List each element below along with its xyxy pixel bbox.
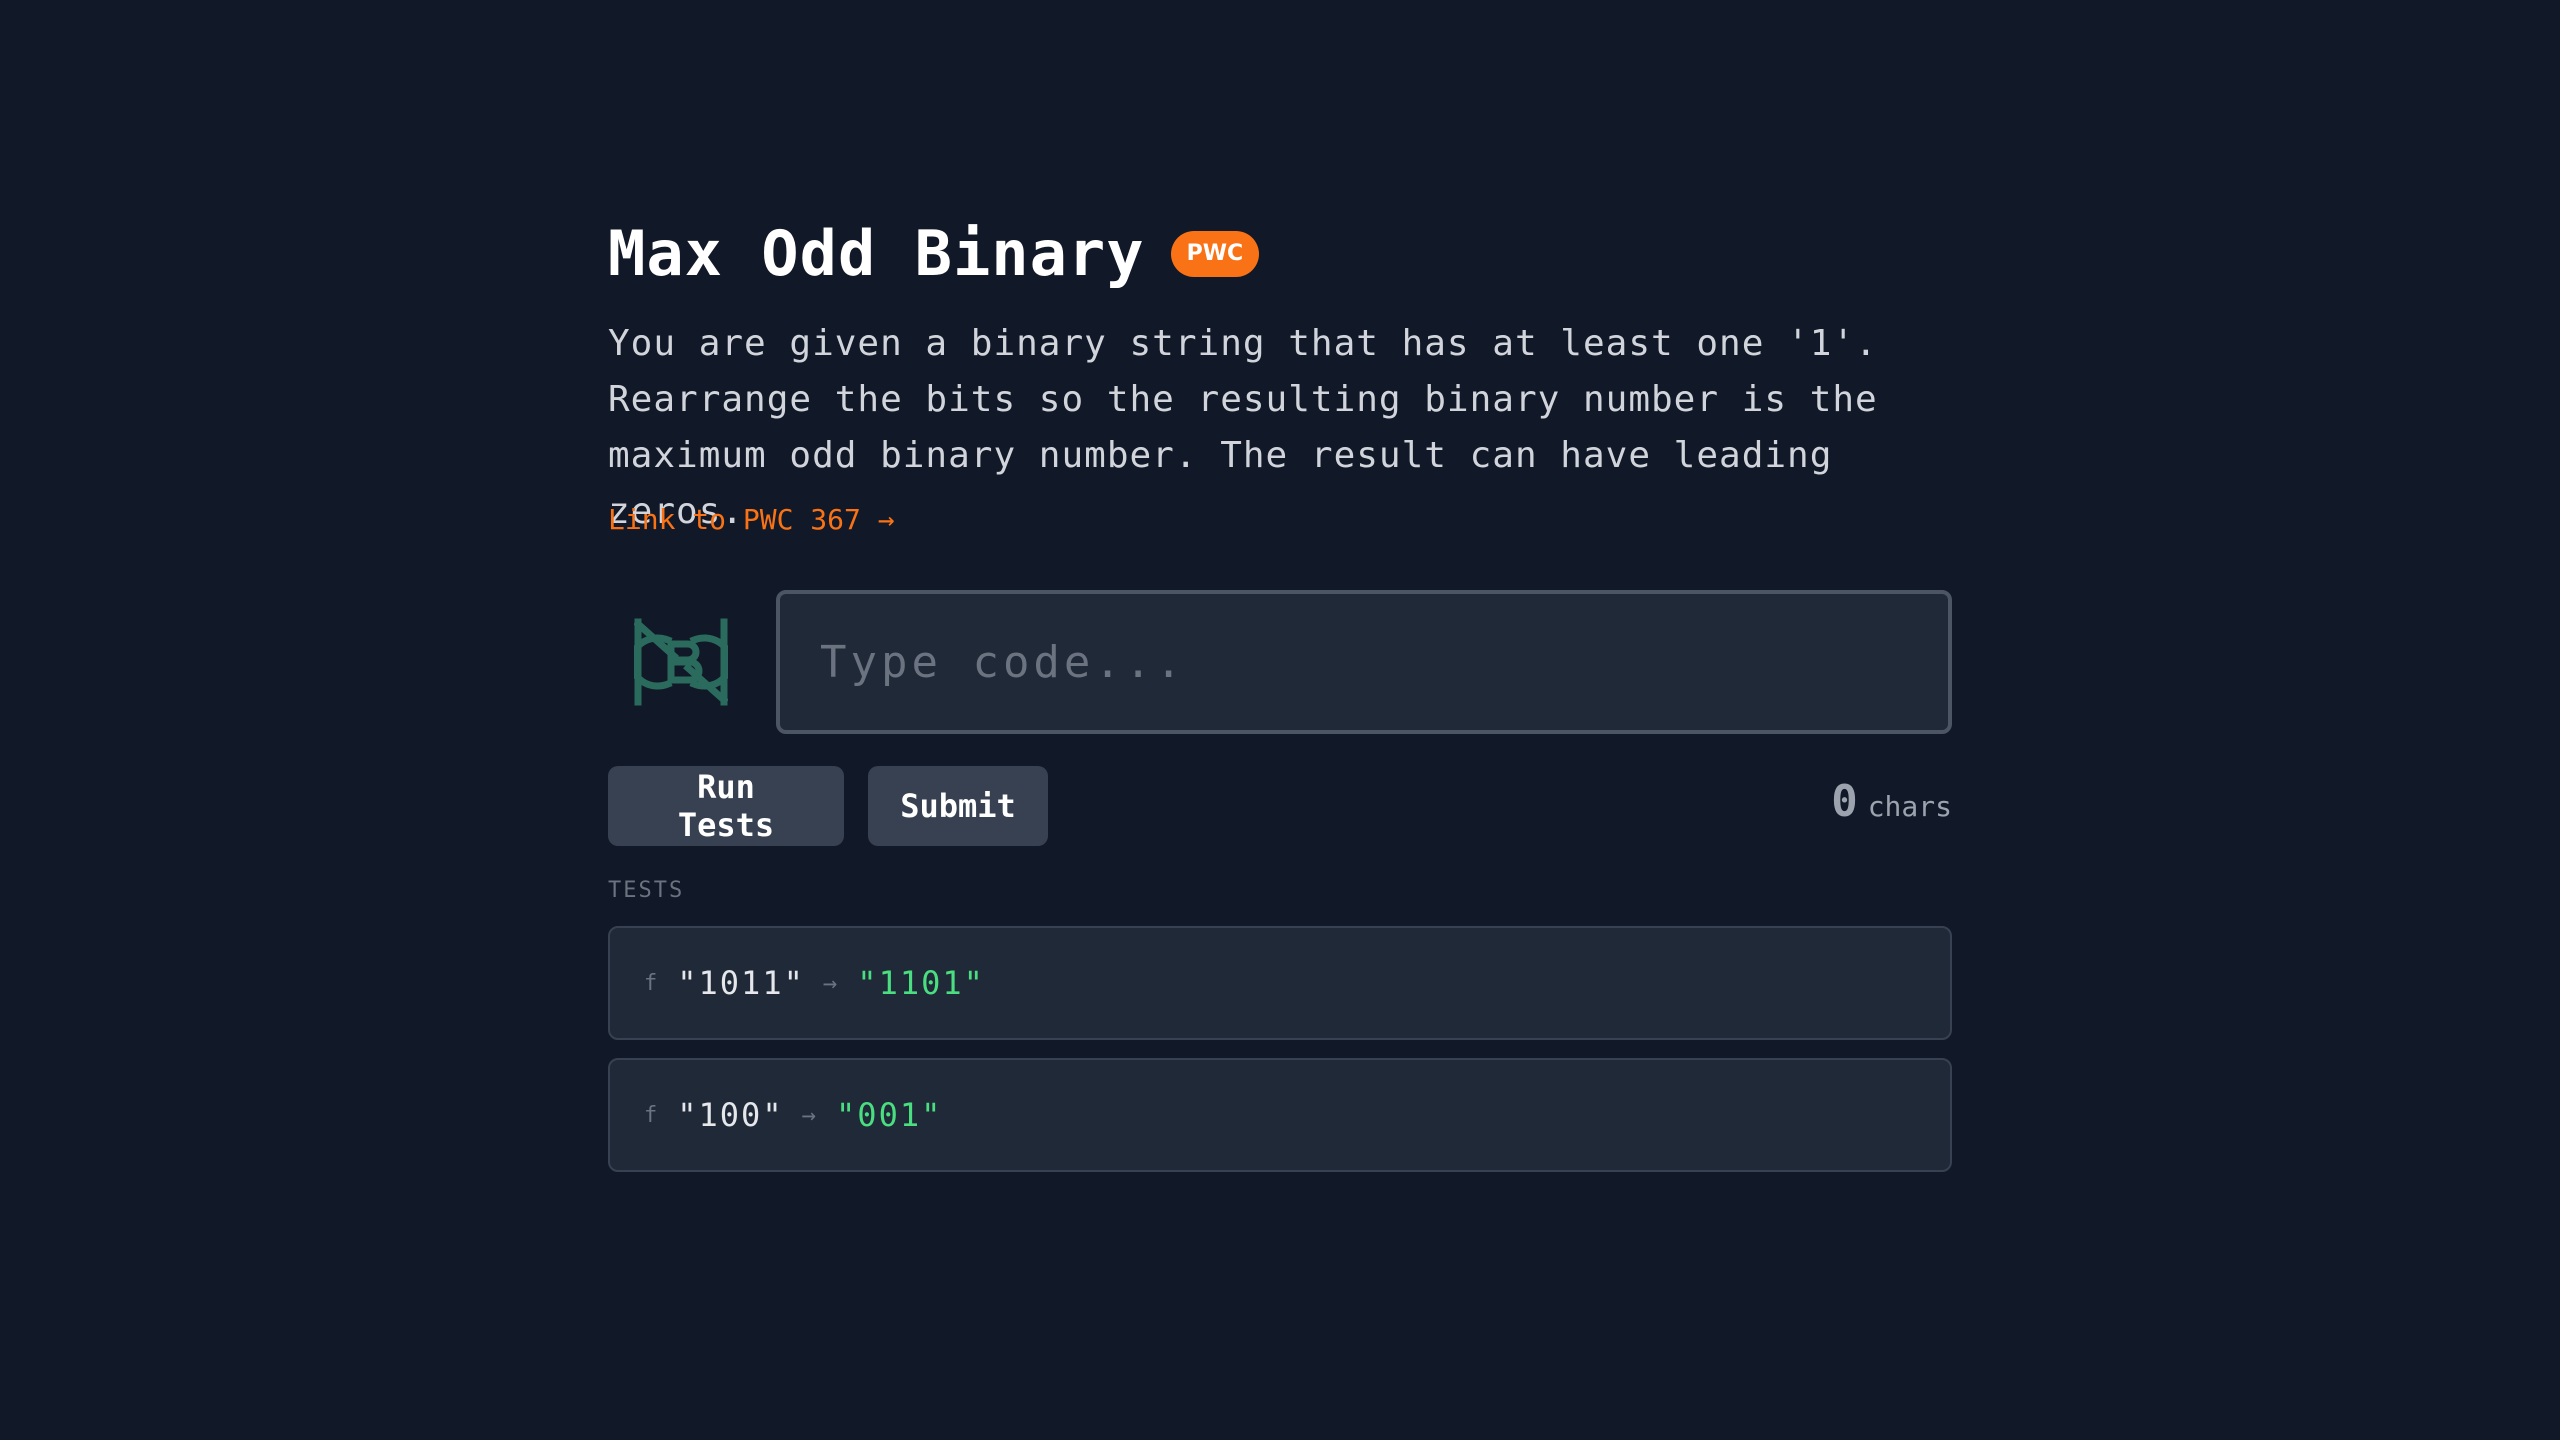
submit-button[interactable]: Submit xyxy=(868,766,1048,846)
arrow-icon: → xyxy=(801,1101,819,1129)
function-label: f xyxy=(644,970,660,996)
test-input: "100" xyxy=(677,1096,784,1134)
page-title: Max Odd Binary xyxy=(608,217,1145,290)
char-count: 0 xyxy=(1831,776,1858,827)
arrow-icon: → xyxy=(822,969,840,997)
title-row: Max Odd Binary PWC xyxy=(608,217,1260,290)
test-case: f "1011" → "1101" xyxy=(608,926,1952,1040)
test-expected: "001" xyxy=(836,1096,943,1134)
code-input[interactable] xyxy=(776,590,1952,734)
run-tests-button[interactable]: Run Tests xyxy=(608,766,844,846)
tests-heading: TESTS xyxy=(608,878,685,903)
nrb-logo-icon xyxy=(628,618,734,706)
char-counter: 0 chars xyxy=(1831,776,1952,827)
test-case: f "100" → "001" xyxy=(608,1058,1952,1172)
function-label: f xyxy=(644,1102,660,1128)
char-label: chars xyxy=(1867,790,1952,823)
pwc-link[interactable]: Link to PWC 367 → xyxy=(608,500,895,540)
test-input: "1011" xyxy=(677,964,805,1002)
pwc-badge: PWC xyxy=(1170,231,1260,277)
test-expected: "1101" xyxy=(857,964,985,1002)
